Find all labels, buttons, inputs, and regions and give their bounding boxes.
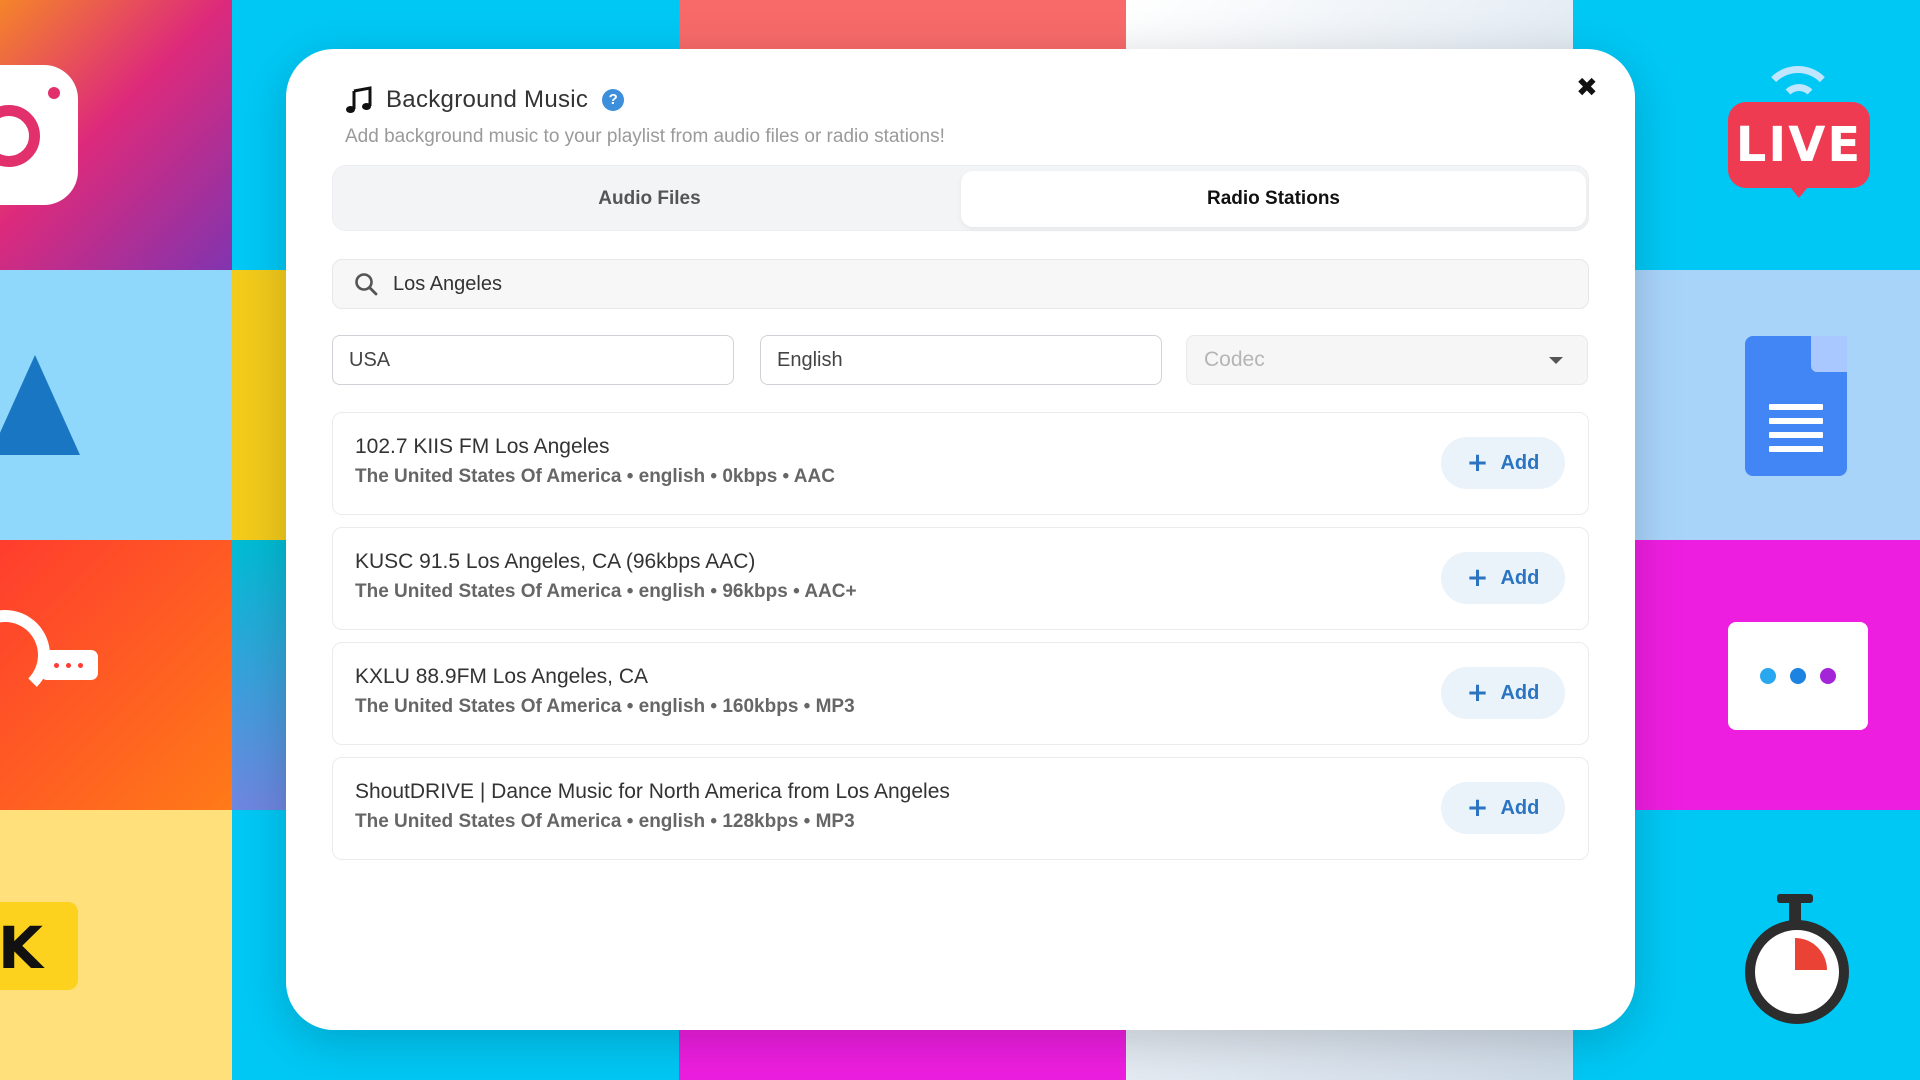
plus-icon: + [1466,563,1489,593]
chevron-down-icon [1549,356,1563,364]
dialog-header: Background Music ? [344,83,625,117]
country-input[interactable] [349,348,709,372]
stopwatch-icon [1745,920,1849,1024]
dialog-title: Background Music [386,86,589,113]
station-card: KXLU 88.9FM Los Angeles, CA The United S… [332,642,1589,745]
plus-icon: + [1466,448,1489,478]
source-tabs: Audio Files Radio Stations [332,165,1589,231]
language-filter [760,335,1162,385]
plus-icon: + [1466,678,1489,708]
add-station-button[interactable]: + Add [1441,782,1565,834]
background-music-dialog: Background Music ? Add background music … [286,49,1635,1030]
search-input[interactable] [393,272,1543,296]
add-station-button[interactable]: + Add [1441,552,1565,604]
dots-card-icon [1728,622,1868,730]
codec-placeholder: Codec [1204,348,1265,371]
help-icon[interactable]: ? [602,89,625,111]
tab-radio-stations[interactable]: Radio Stations [961,171,1586,227]
bg-tile-instagram [0,0,232,270]
station-card: KUSC 91.5 Los Angeles, CA (96kbps AAC) T… [332,527,1589,630]
station-name: KXLU 88.9FM Los Angeles, CA [355,665,648,688]
station-meta: The United States Of America • english •… [355,466,835,487]
live-icon: LIVE [1728,62,1870,202]
k-badge-label: K [0,914,43,982]
bg-tile-podcast [0,540,232,810]
station-name: KUSC 91.5 Los Angeles, CA (96kbps AAC) [355,550,756,573]
codec-select[interactable]: Codec [1186,335,1588,385]
station-name: ShoutDRIVE | Dance Music for North Ameri… [355,780,950,803]
station-name: 102.7 KIIS FM Los Angeles [355,435,610,458]
station-meta: The United States Of America • english •… [355,811,855,832]
add-station-button[interactable]: + Add [1441,437,1565,489]
station-card: ShoutDRIVE | Dance Music for North Ameri… [332,757,1589,860]
station-card: 102.7 KIIS FM Los Angeles The United Sta… [332,412,1589,515]
k-badge-icon: K [0,902,78,990]
live-badge: LIVE [1728,102,1870,188]
country-filter [332,335,734,385]
instagram-icon [0,65,78,205]
google-docs-icon [1745,336,1847,476]
language-input[interactable] [777,348,1137,372]
music-note-icon [346,86,372,113]
bg-tile-mountain [0,270,232,540]
add-station-button[interactable]: + Add [1441,667,1565,719]
dialog-subtitle: Add background music to your playlist fr… [345,126,945,147]
plus-icon: + [1466,793,1489,823]
close-icon[interactable]: ✖ [1576,75,1598,101]
bg-tile-k: K [0,810,232,1080]
add-label: Add [1500,681,1540,704]
tab-audio-files[interactable]: Audio Files [337,171,962,227]
add-label: Add [1500,566,1540,589]
station-meta: The United States Of America • english •… [355,581,857,602]
stopwatch-stem [1789,900,1801,922]
search-icon [355,273,378,296]
add-label: Add [1500,451,1540,474]
chat-bubble-icon [40,650,98,680]
search-bar [332,259,1589,309]
mountain-icon [0,355,80,455]
station-meta: The United States Of America • english •… [355,696,855,717]
add-label: Add [1500,796,1540,819]
